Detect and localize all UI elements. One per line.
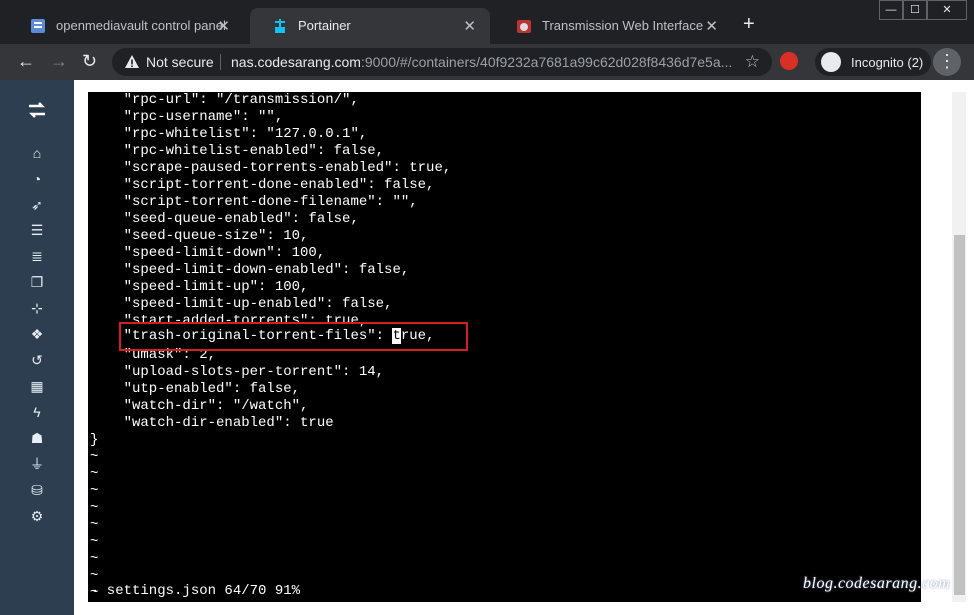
terminal-line: "speed-limit-down": 100, (90, 245, 326, 261)
dashboard-icon[interactable]: ◔ (28, 172, 46, 186)
tab-transmission[interactable]: Transmission Web Interface ✕ (494, 8, 732, 44)
terminal-line: "script-torrent-done-filename": "", (90, 194, 418, 210)
terminal-line: "speed-limit-up-enabled": false, (90, 296, 393, 312)
close-icon[interactable]: ✕ (463, 17, 476, 35)
list-icon[interactable]: ☰ (28, 223, 46, 237)
url-text[interactable]: nas.codesarang.com:9000/#/containers/40f… (231, 54, 732, 70)
terminal-line: "upload-slots-per-torrent": 14, (90, 364, 385, 380)
browser-menu-button[interactable]: ⋮ (933, 48, 961, 76)
highlighted-line: "trash-original-torrent-files": true, (90, 328, 434, 345)
clone-icon[interactable]: ❐ (28, 275, 46, 289)
server-icon[interactable]: ≣ (28, 249, 46, 263)
cubes-icon[interactable]: ❖ (28, 327, 46, 341)
window-close-button[interactable]: ✕ (927, 0, 967, 20)
tab-title: Transmission Web Interface (542, 18, 704, 33)
incognito-icon (821, 52, 841, 72)
tab-title: Portainer (298, 18, 351, 33)
terminal-line: "utp-enabled": false, (90, 381, 301, 397)
url-host: nas.codesarang.com (231, 54, 361, 70)
terminal-line: } (90, 432, 99, 448)
terminal-line: ~ (90, 517, 99, 533)
terminal-line: "seed-queue-size": 10, (90, 228, 309, 244)
watermark: blog.codesarang.com (803, 575, 951, 592)
terminal-line: ~ (90, 483, 99, 499)
cogs-icon[interactable]: ⚙ (28, 509, 46, 523)
forward-button[interactable]: → (50, 51, 68, 72)
close-icon[interactable]: ✕ (217, 17, 230, 35)
tab-strip: openmediavault control panel - ✕ Portain… (0, 0, 974, 44)
highlighted-value: rue, (400, 328, 435, 344)
text-cursor: t (392, 328, 401, 344)
terminal-line: ~ (90, 551, 99, 567)
new-tab-button[interactable]: + (743, 13, 755, 36)
minimize-button[interactable]: — (879, 0, 903, 20)
sitemap-icon[interactable]: ⊹ (28, 301, 46, 315)
th-icon[interactable]: ▦ (28, 379, 46, 393)
incognito-label: Incognito (2) (851, 55, 924, 70)
home-icon[interactable]: ⌂ (28, 146, 46, 160)
portainer-sidebar: ⌂ ◔ ➶ ☰ ≣ ❐ ⊹ ❖ ↺ ▦ ϟ ☗ ⏚ ⛁ ⚙ (0, 80, 74, 615)
highlighted-key: "trash-original-torrent-files": (123, 328, 393, 344)
browser-toolbar: ← → ↻ Not secure nas.codesarang.com:9000… (0, 44, 974, 80)
terminal-line: "scrape-paused-torrents-enabled": true, (90, 160, 452, 176)
terminal-line: "script-torrent-done-enabled": false, (90, 177, 435, 193)
extension-hand-icon[interactable] (780, 52, 798, 70)
transfer-icon[interactable] (27, 102, 47, 118)
terminal-line: "rpc-whitelist-enabled": false, (90, 143, 385, 159)
warning-icon[interactable] (124, 54, 140, 70)
terminal-line: "rpc-url": "/transmission/", (90, 92, 359, 108)
terminal-line: "seed-queue-enabled": false, (90, 211, 359, 227)
openmediavault-icon (31, 19, 45, 33)
terminal-line: ~ (90, 449, 99, 465)
scrollbar-thumb[interactable] (954, 235, 965, 595)
terminal-line: "watch-dir-enabled": true (90, 415, 334, 431)
tab-title: openmediavault control panel - (56, 18, 226, 33)
terminal-line: ~ (90, 500, 99, 516)
omnibox-divider (220, 54, 221, 70)
bolt-icon[interactable]: ϟ (28, 405, 46, 419)
plug-icon[interactable]: ⏚ (28, 457, 46, 471)
security-label[interactable]: Not secure (146, 54, 214, 70)
terminal-line: "speed-limit-up": 100, (90, 279, 309, 295)
terminal-line: "rpc-username": "", (90, 109, 284, 125)
vim-status-line: - settings.json 64/70 91% (90, 583, 301, 599)
terminal-line: ~ (90, 534, 99, 550)
database-icon[interactable]: ⛁ (28, 483, 46, 497)
close-icon[interactable]: ✕ (705, 17, 718, 35)
maximize-button[interactable]: ☐ (903, 0, 927, 20)
back-button[interactable]: ← (17, 51, 35, 72)
bookmark-star-icon[interactable]: ☆ (745, 52, 760, 72)
address-bar[interactable]: Not secure nas.codesarang.com:9000/#/con… (112, 48, 772, 76)
url-path: :9000/#/containers/40f9232a7681a99c62d02… (360, 54, 733, 70)
tab-openmediavault[interactable]: openmediavault control panel - ✕ (8, 8, 244, 44)
terminal-line: "watch-dir": "/watch", (90, 398, 309, 414)
reload-button[interactable]: ↻ (82, 51, 97, 72)
terminal-line: ~ (90, 466, 99, 482)
rocket-icon[interactable]: ➶ (28, 198, 46, 212)
tab-portainer[interactable]: Portainer ✕ (250, 8, 490, 44)
users-icon[interactable]: ☗ (28, 431, 46, 445)
transmission-icon (517, 20, 531, 33)
incognito-button[interactable]: Incognito (2) (815, 48, 931, 76)
portainer-icon (275, 19, 285, 33)
terminal-line: "rpc-whitelist": "127.0.0.1", (90, 126, 368, 142)
terminal-line: "speed-limit-down-enabled": false, (90, 262, 410, 278)
history-icon[interactable]: ↺ (28, 353, 46, 367)
